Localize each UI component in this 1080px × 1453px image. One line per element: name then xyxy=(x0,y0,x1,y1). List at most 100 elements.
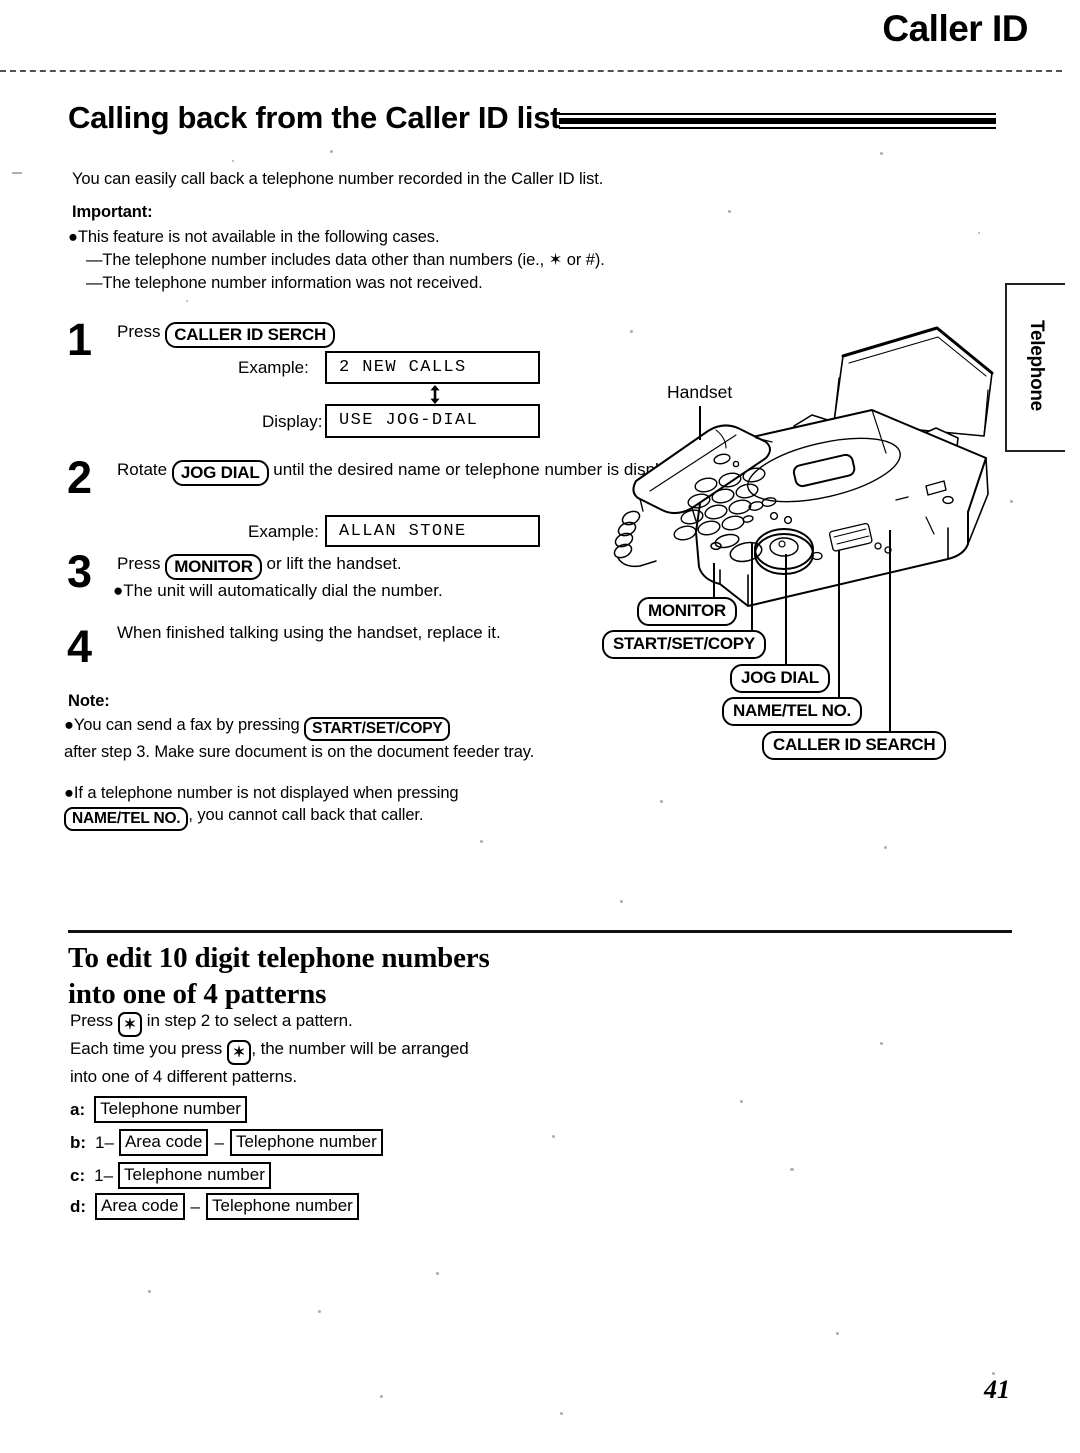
important-bullet-text: This feature is not available in the fol… xyxy=(77,228,440,246)
step-3-instruction: Press MONITOR or lift the handset. ●The … xyxy=(113,553,443,603)
pattern-d-letter: d: xyxy=(70,1196,87,1216)
handset-label: Handset xyxy=(667,382,733,402)
callout-start-set-copy[interactable]: START/SET/COPY xyxy=(602,630,766,659)
scan-speck xyxy=(148,1290,151,1293)
scan-speck xyxy=(560,1412,563,1415)
edit-intro-2-before: Each time you press xyxy=(70,1039,223,1058)
side-tab-label: Telephone xyxy=(1026,320,1047,411)
section-title: Calling back from the Caller ID list xyxy=(68,100,561,135)
start-set-copy-key[interactable]: START/SET/COPY xyxy=(304,717,451,741)
step-3-verb: Press xyxy=(117,554,161,573)
bullet-glyph: ● xyxy=(68,228,78,246)
pattern-row-c: c: 1– Telephone number xyxy=(70,1162,271,1189)
lcd-display-allan-stone: ALLAN STONE xyxy=(325,515,540,547)
edit-intro-2-after: , the number will be arranged xyxy=(251,1039,469,1058)
step-4-instruction: When finished talking using the handset,… xyxy=(117,623,501,642)
important-dash-2-text: The telephone number information was not… xyxy=(102,274,483,292)
pattern-d-separator: – xyxy=(190,1196,201,1216)
step-number-2: 2 xyxy=(67,452,92,503)
bullet-glyph: ● xyxy=(64,716,74,734)
edit-section-heading: To edit 10 digit telephone numbers into … xyxy=(68,940,490,1012)
header-rule xyxy=(0,70,1062,72)
scan-speck xyxy=(330,150,333,153)
note-2-after: , you cannot call back that caller. xyxy=(188,806,424,824)
name-tel-no-key[interactable]: NAME/TEL NO. xyxy=(64,807,189,831)
em-dash-glyph: — xyxy=(86,251,103,269)
edit-intro-line-2: Each time you press ✶, the number will b… xyxy=(70,1037,469,1065)
edit-intro-1-after: in step 2 to select a pattern. xyxy=(146,1011,353,1030)
scan-speck xyxy=(880,152,883,155)
scan-speck xyxy=(480,840,483,843)
scan-speck xyxy=(790,1168,794,1171)
bullet-glyph: ● xyxy=(113,581,124,600)
monitor-key[interactable]: MONITOR xyxy=(165,554,262,580)
pattern-c-letter: c: xyxy=(70,1165,86,1185)
lcd-display-new-calls: 2 NEW CALLS xyxy=(325,351,540,384)
scan-speck xyxy=(232,160,234,162)
pattern-d-field-area-code: Area code xyxy=(95,1193,185,1220)
scan-speck xyxy=(620,900,623,903)
pattern-c-field-telephone-number: Telephone number xyxy=(118,1162,271,1189)
step-3-text-after: or lift the handset. xyxy=(266,554,402,573)
note-2-before: If a telephone number is not displayed w… xyxy=(73,784,459,802)
important-bullet: ●This feature is not available in the fo… xyxy=(68,226,440,248)
pattern-b-separator: – xyxy=(214,1132,224,1152)
scan-speck xyxy=(992,1372,995,1375)
pattern-c-lead: 1– xyxy=(94,1165,114,1185)
step-2-example-label: Example: xyxy=(248,522,319,541)
important-dash-item-2: —The telephone number information was no… xyxy=(86,272,483,294)
star-key[interactable]: ✶ xyxy=(117,1012,143,1037)
caller-id-serch-key[interactable]: CALLER ID SERCH xyxy=(165,322,336,348)
callout-jog-dial[interactable]: JOG DIAL xyxy=(730,664,830,693)
step-3-line-1: Press MONITOR or lift the handset. xyxy=(117,553,443,580)
section-intro-text: You can easily call back a telephone num… xyxy=(72,170,604,188)
important-dash-1-text: The telephone number includes data other… xyxy=(102,251,605,269)
note-1-after: after step 3. Make sure document is on t… xyxy=(64,743,535,761)
scan-speck xyxy=(978,232,980,234)
jog-dial-key[interactable]: JOG DIAL xyxy=(171,460,269,486)
callout-name-tel-no[interactable]: NAME/TEL NO. xyxy=(722,697,862,726)
lcd-display-use-jog-dial: USE JOG-DIAL xyxy=(325,404,540,438)
step-3-bullet: ●The unit will automatically dial the nu… xyxy=(113,580,443,603)
scan-speck xyxy=(836,1332,839,1335)
pattern-a-field-telephone-number: Telephone number xyxy=(94,1096,247,1123)
running-head-title: Caller ID xyxy=(882,8,1028,49)
bullet-glyph: ● xyxy=(64,784,74,802)
step-number-4: 4 xyxy=(67,621,92,672)
scan-speck xyxy=(552,1135,555,1138)
scan-speck xyxy=(630,330,633,333)
step-1-instruction: Press CALLER ID SERCH xyxy=(117,321,336,348)
manual-page: Caller ID Calling back from the Caller I… xyxy=(0,0,1080,1453)
scan-speck xyxy=(380,1395,383,1398)
scan-speck xyxy=(1010,500,1013,503)
edit-heading-line-2: into one of 4 patterns xyxy=(68,978,327,1010)
pattern-b-field-area-code: Area code xyxy=(118,1129,209,1156)
note-1-before: You can send a fax by pressing xyxy=(73,716,300,734)
pattern-b-letter: b: xyxy=(70,1132,87,1152)
pattern-row-a: a: Telephone number xyxy=(70,1096,247,1123)
note-label: Note: xyxy=(68,692,110,710)
step-number-1: 1 xyxy=(67,314,92,365)
scan-speck xyxy=(436,1272,439,1275)
step-3-bullet-text: The unit will automatically dial the num… xyxy=(123,581,443,600)
edit-section-rule xyxy=(68,930,1012,933)
edit-section-intro: Press ✶ in step 2 to select a pattern. E… xyxy=(70,1009,469,1089)
callout-caller-id-search[interactable]: CALLER ID SEARCH xyxy=(762,731,947,760)
pattern-b-lead: 1– xyxy=(95,1132,114,1152)
star-key[interactable]: ✶ xyxy=(226,1040,252,1065)
important-label: Important: xyxy=(72,203,153,221)
scan-speck xyxy=(740,1100,743,1103)
scan-speck xyxy=(660,800,663,803)
important-dash-item-1: —The telephone number includes data othe… xyxy=(86,249,605,271)
scan-speck xyxy=(186,300,188,302)
note-bullet-2: ●If a telephone number is not displayed … xyxy=(64,782,564,831)
scan-speck xyxy=(318,1310,321,1313)
edit-intro-line-3: into one of 4 different patterns. xyxy=(70,1067,297,1086)
edit-intro-1-before: Press xyxy=(70,1011,113,1030)
em-dash-glyph: — xyxy=(86,274,103,292)
section-title-bars xyxy=(559,113,996,129)
edit-intro-line-1: Press ✶ in step 2 to select a pattern. xyxy=(70,1009,469,1037)
scan-speck xyxy=(12,172,22,174)
page-number: 41 xyxy=(984,1375,1010,1404)
callout-monitor[interactable]: MONITOR xyxy=(637,597,737,626)
